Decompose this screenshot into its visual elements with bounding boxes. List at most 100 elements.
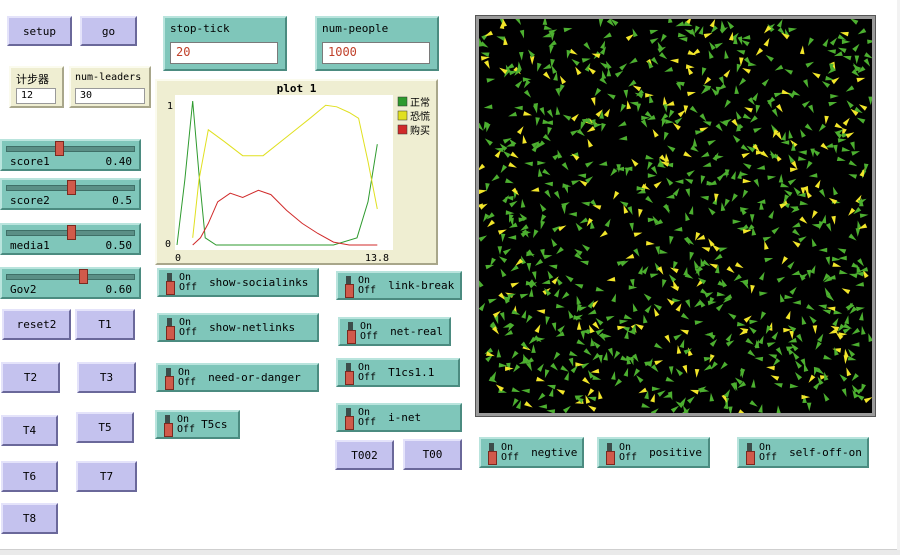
link-break-switch[interactable]: On Off link-break (336, 271, 462, 300)
num-people-field[interactable]: 1000 (322, 42, 430, 64)
agent (832, 317, 839, 327)
stop-tick-input-widget[interactable]: stop-tick 20 (163, 16, 287, 71)
agent (670, 405, 679, 413)
slider-track[interactable] (6, 146, 135, 152)
show-socialinks-switch[interactable]: On Off show-socialinks (157, 268, 319, 297)
switch-toggle[interactable] (162, 366, 178, 390)
media1-slider[interactable]: media1 0.50 (0, 223, 141, 255)
negtive-switch[interactable]: On Off negtive (479, 437, 584, 468)
slider-track[interactable] (6, 274, 135, 280)
horizontal-scrollbar[interactable] (0, 549, 900, 555)
need-or-danger-switch[interactable]: On Off need-or-danger (156, 363, 319, 392)
agent (592, 205, 602, 210)
agent (863, 397, 872, 404)
self-off-on-switch[interactable]: On Off self-off-on (737, 437, 869, 468)
t5cs-switch[interactable]: On Off T5cs (155, 410, 240, 439)
agent (650, 166, 658, 175)
step-counter-monitor: 计步器 12 (9, 66, 64, 108)
agent (583, 42, 591, 51)
switch-label: self-off-on (789, 446, 862, 459)
agent (733, 274, 742, 282)
switch-toggle[interactable] (163, 316, 179, 340)
agent (540, 220, 546, 230)
t3-button[interactable]: T3 (77, 362, 136, 393)
slider-knob[interactable] (54, 141, 64, 156)
agent (664, 153, 670, 162)
switch-toggle[interactable] (163, 271, 179, 295)
t00-button[interactable]: T00 (403, 439, 462, 470)
agent (799, 45, 805, 55)
agent (511, 350, 519, 359)
agent (750, 284, 755, 294)
agent (709, 41, 716, 51)
go-button[interactable]: go (80, 16, 137, 46)
t8-button[interactable]: T8 (1, 503, 58, 534)
stop-tick-field[interactable]: 20 (170, 42, 278, 64)
agent (766, 342, 776, 348)
t5-button[interactable]: T5 (76, 412, 134, 443)
agent (649, 29, 659, 35)
agent (607, 347, 614, 357)
agent (535, 117, 540, 126)
switch-toggle[interactable] (342, 274, 358, 298)
agent (859, 168, 865, 177)
t4-button[interactable]: T4 (1, 415, 58, 446)
world-view[interactable] (475, 15, 876, 417)
legend-swatch (397, 110, 408, 121)
legend-label: 恐慌 (410, 111, 430, 123)
agent (747, 349, 756, 357)
setup-button[interactable]: setup (7, 16, 72, 46)
agent (562, 405, 571, 413)
net-real-switch[interactable]: On Off net-real (338, 317, 451, 346)
reset2-button[interactable]: reset2 (2, 309, 71, 340)
agent (761, 78, 770, 87)
score1-slider[interactable]: score1 0.40 (0, 139, 141, 171)
t1-button[interactable]: T1 (75, 309, 135, 340)
agent (753, 127, 762, 133)
score2-value: 0.5 (112, 194, 132, 207)
agent (791, 222, 801, 228)
t2-button[interactable]: T2 (1, 362, 60, 393)
t002-button[interactable]: T002 (335, 440, 394, 470)
agent (822, 38, 829, 48)
slider-knob[interactable] (79, 269, 89, 284)
switch-toggle[interactable] (485, 441, 501, 465)
i-net-switch[interactable]: On Off i-net (336, 403, 462, 432)
agent (766, 99, 772, 109)
agent (710, 361, 718, 370)
t1cs1-1-switch[interactable]: On Off T1cs1.1 (336, 358, 460, 387)
agent (502, 248, 512, 256)
agent (574, 283, 584, 289)
t7-button[interactable]: T7 (76, 461, 137, 492)
agent (646, 240, 655, 246)
show-netlinks-switch[interactable]: On Off show-netlinks (157, 313, 319, 342)
agent (651, 386, 661, 392)
switch-toggle[interactable] (603, 441, 619, 465)
agent (725, 340, 735, 347)
agent (788, 129, 793, 139)
agent (528, 288, 534, 297)
switch-toggle[interactable] (342, 406, 358, 430)
agent (818, 247, 828, 253)
score2-slider[interactable]: score2 0.5 (0, 178, 141, 210)
agent (796, 333, 803, 343)
step-counter-label: 计步器 (16, 73, 49, 86)
agent (716, 291, 726, 297)
switch-on-off-labels: On Off (759, 441, 778, 463)
switch-toggle[interactable] (342, 361, 358, 385)
slider-knob[interactable] (67, 225, 76, 240)
agent (626, 100, 632, 110)
t6-button[interactable]: T6 (1, 461, 58, 492)
slider-knob[interactable] (67, 180, 76, 195)
positive-switch[interactable]: On Off positive (597, 437, 710, 468)
agent (504, 330, 513, 336)
switch-toggle[interactable] (161, 413, 177, 437)
gov2-slider[interactable]: Gov2 0.60 (0, 267, 141, 299)
num-people-input-widget[interactable]: num-people 1000 (315, 16, 439, 71)
agent (598, 19, 604, 28)
switch-toggle[interactable] (743, 441, 759, 465)
agent (488, 298, 497, 304)
switch-toggle[interactable] (344, 320, 360, 344)
agent (510, 151, 519, 159)
agent (599, 230, 608, 238)
